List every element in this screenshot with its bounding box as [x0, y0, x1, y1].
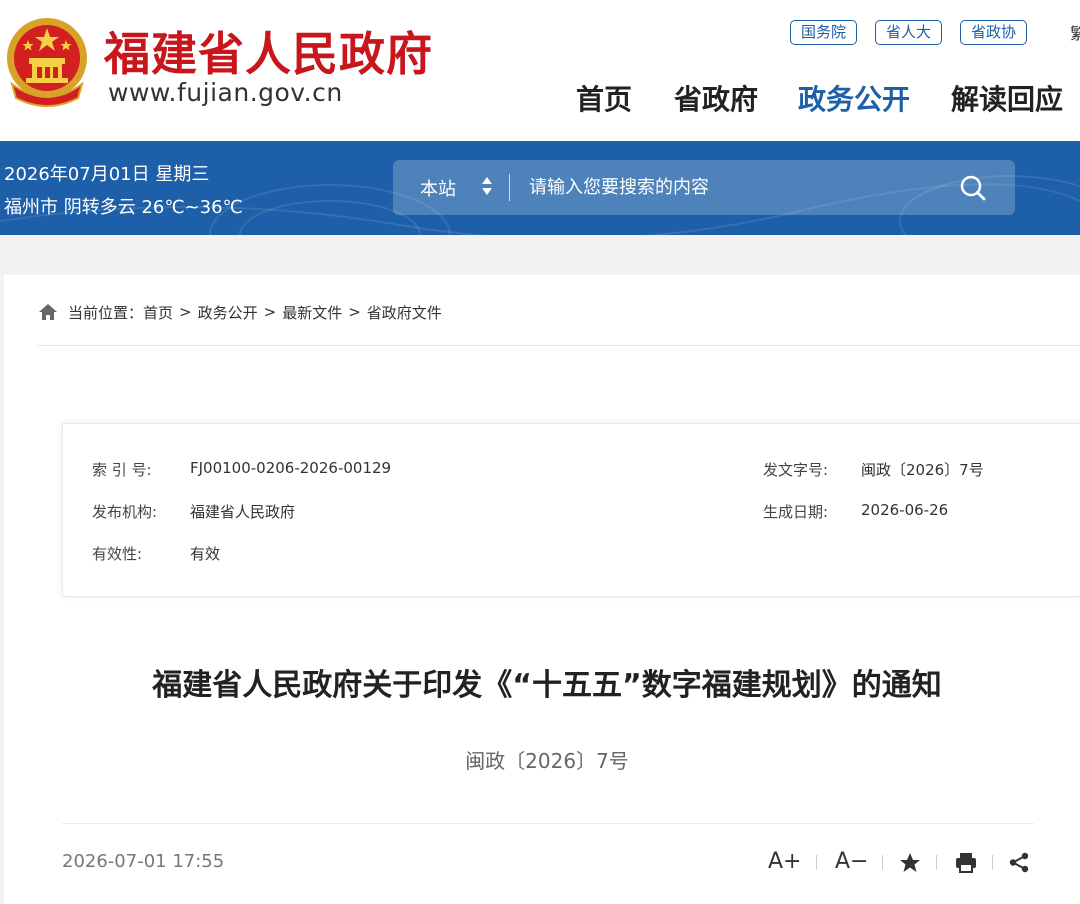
breadcrumb-latest-documents[interactable]: 最新文件 [282, 302, 342, 323]
breadcrumb-divider [38, 345, 1080, 346]
nav-government-affairs[interactable]: 政务公开 [798, 78, 910, 118]
national-emblem-icon [7, 18, 87, 107]
search-bar: 本站 [393, 160, 1015, 215]
print-icon[interactable] [955, 852, 977, 873]
breadcrumb-separator: > [179, 303, 192, 321]
index-number-value: FJ00100-0206-2026-00129 [190, 459, 392, 477]
sort-arrows-icon[interactable] [481, 175, 493, 197]
quick-link-provincial-congress[interactable]: 省人大 [875, 20, 943, 45]
breadcrumb-separator: > [348, 303, 361, 321]
breadcrumb: 当前位置： 首页 > 政务公开 > 最新文件 > 省政府文件 [38, 301, 442, 323]
validity-label: 有效性: [92, 545, 143, 563]
favorite-star-icon[interactable] [899, 852, 921, 873]
toolbar-separator [936, 855, 937, 870]
creation-date-label: 生成日期: [763, 503, 829, 521]
article-document-number: 闽政〔2026〕7号 [465, 749, 629, 773]
document-number-value: 闽政〔2026〕7号 [861, 461, 984, 479]
issuing-agency-value: 福建省人民政府 [190, 503, 296, 521]
site-header: 福建省人民政府 www.fujian.gov.cn 国务院 省人大 省政协 繁 … [0, 0, 1080, 141]
toolbar-separator [816, 855, 817, 870]
issuing-agency-label: 发布机构: [92, 503, 158, 521]
nav-interpretation[interactable]: 解读回应 [951, 78, 1063, 118]
share-icon[interactable] [1008, 852, 1030, 873]
toolbar-separator [882, 855, 883, 870]
info-search-band: 2026年07月01日 星期三 福州市 阴转多云 26℃~36℃ 本站 [0, 141, 1080, 235]
site-name: 福建省人民政府 [104, 27, 433, 81]
nav-home[interactable]: 首页 [576, 78, 632, 118]
current-date: 2026年07月01日 星期三 [4, 164, 210, 185]
search-icon[interactable] [955, 172, 991, 204]
breadcrumb-separator: > [263, 303, 277, 321]
content-panel: 当前位置： 首页 > 政务公开 > 最新文件 > 省政府文件 索 引 号: FJ… [4, 275, 1080, 904]
search-divider [509, 174, 510, 201]
quick-link-cppcc[interactable]: 省政协 [960, 20, 1028, 45]
home-icon [39, 304, 57, 320]
quick-link-state-council[interactable]: 国务院 [790, 20, 858, 45]
search-scope-select[interactable]: 本站 [420, 175, 456, 201]
validity-value: 有效 [190, 545, 221, 563]
breadcrumb-provincial-documents[interactable]: 省政府文件 [367, 302, 442, 323]
document-metadata-box: 索 引 号: FJ00100-0206-2026-00129 发布机构: 福建省… [62, 423, 1080, 597]
article-title: 福建省人民政府关于印发《“十五五”数字福建规划》的通知 [152, 668, 942, 703]
creation-date-value: 2026-06-26 [861, 501, 949, 519]
traditional-chinese-toggle[interactable]: 繁 [1070, 20, 1080, 44]
toolbar-separator [992, 855, 993, 870]
publish-time: 2026-07-01 17:55 [62, 851, 225, 872]
breadcrumb-home[interactable]: 首页 [143, 302, 173, 323]
site-url: www.fujian.gov.cn [108, 78, 343, 107]
index-number-label: 索 引 号: [92, 461, 152, 479]
document-number-label: 发文字号: [763, 461, 829, 479]
font-larger-button[interactable]: A+ [768, 849, 801, 874]
breadcrumb-government-affairs[interactable]: 政务公开 [198, 302, 258, 323]
font-smaller-button[interactable]: A− [835, 849, 868, 874]
search-input[interactable] [529, 169, 929, 206]
article-divider [62, 823, 1034, 824]
breadcrumb-prefix: 当前位置： [68, 303, 144, 322]
nav-provincial-government[interactable]: 省政府 [674, 78, 758, 118]
weather-info: 福州市 阴转多云 26℃~36℃ [4, 197, 243, 218]
